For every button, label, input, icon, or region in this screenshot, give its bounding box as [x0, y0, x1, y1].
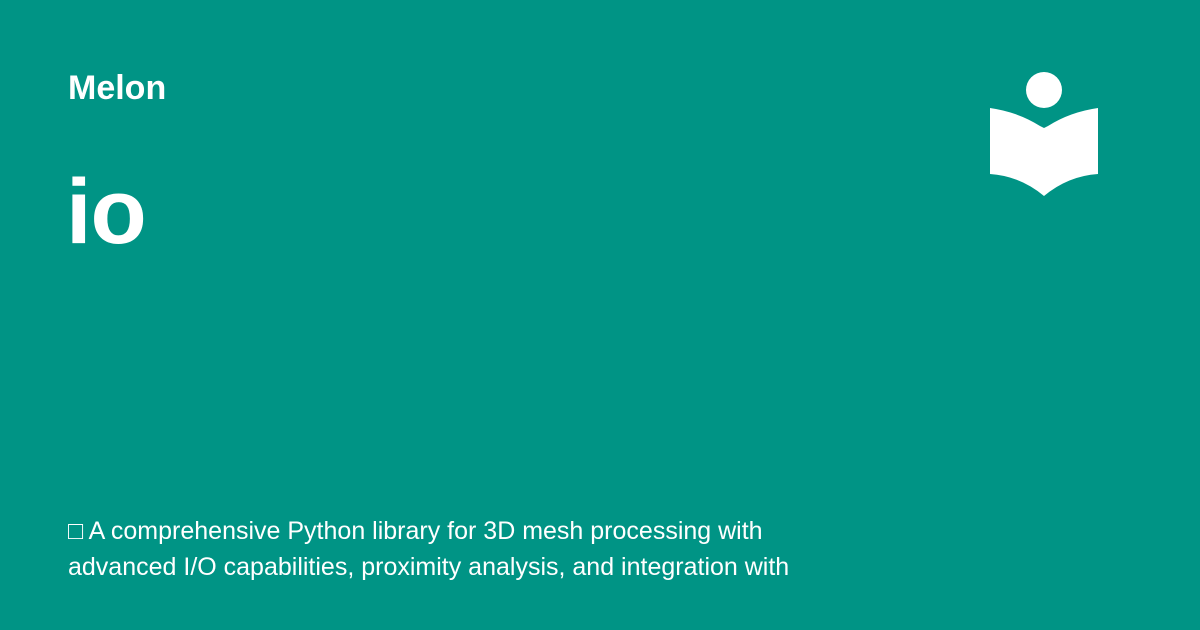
description-line: □ A comprehensive Python library for 3D …	[68, 517, 763, 545]
page-title: io	[66, 161, 147, 263]
description-line: advanced I/O capabilities, proximity ana…	[68, 553, 790, 581]
social-card: Melon io □ A comprehensive Python librar…	[0, 0, 1200, 630]
page-description: □ A comprehensive Python library for 3D …	[68, 513, 908, 585]
site-name: Melon	[68, 69, 167, 107]
book-reader-icon	[990, 72, 1098, 196]
